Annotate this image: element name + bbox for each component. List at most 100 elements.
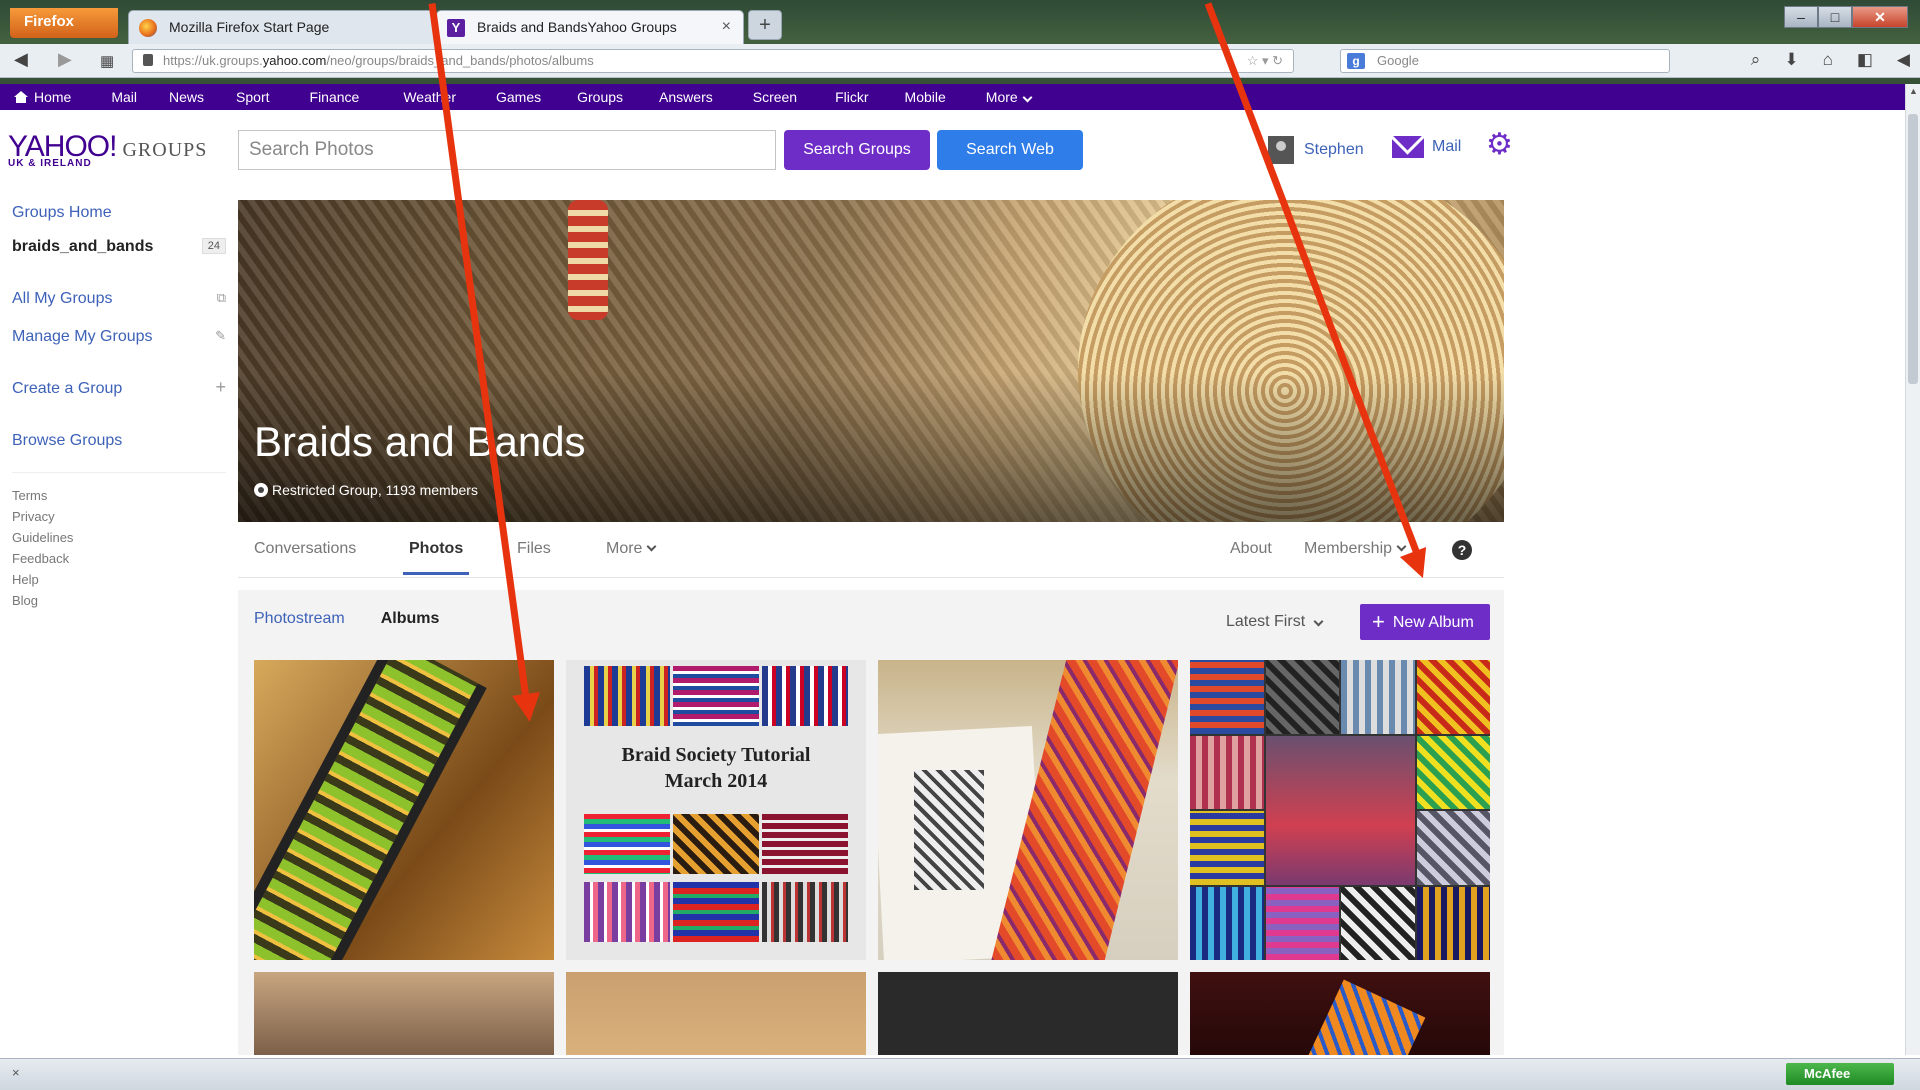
star-icon[interactable]: ☆ ▾ ↻ [1247, 50, 1283, 72]
sidebar-item-current-group[interactable]: braids_and_bands 24 [12, 238, 226, 256]
sidebar-footer-links: Terms Privacy Guidelines Feedback Help Blog [12, 488, 73, 614]
url-bar[interactable]: https://uk.groups.yahoo.com/neo/groups/b… [132, 49, 1294, 73]
tab-label: Membership [1304, 540, 1393, 557]
yahoo-nav-mobile[interactable]: Mobile [905, 89, 946, 105]
maximize-icon[interactable]: □ [1818, 6, 1852, 28]
extension-icon[interactable]: ◀ [1897, 50, 1910, 70]
search-groups-button[interactable]: Search Groups [784, 130, 930, 170]
tab-files[interactable]: Files [517, 540, 551, 558]
back-icon[interactable]: ◀ [14, 49, 28, 70]
home-icon [14, 91, 28, 103]
window-close-icon[interactable]: ✕ [1852, 6, 1908, 28]
mail-link[interactable]: Mail [1392, 136, 1461, 158]
yahoo-nav-screen[interactable]: Screen [753, 89, 797, 105]
yahoo-nav-answers[interactable]: Answers [659, 89, 713, 105]
group-subtitle: Restricted Group, 1193 members [254, 482, 478, 498]
search-web-button[interactable]: Search Web [937, 130, 1083, 170]
download-icon[interactable]: ⬇ [1784, 50, 1798, 70]
album-thumbnail[interactable] [254, 660, 554, 960]
collage-tile [1190, 886, 1264, 960]
sidebar-item-all-my-groups[interactable]: All My Groups ⧉ [12, 290, 226, 308]
yahoo-nav-news[interactable]: News [169, 89, 204, 105]
album-thumbnail[interactable] [254, 972, 554, 1055]
motif-image [914, 770, 984, 890]
sidebar-item-create-group[interactable]: Create a Group + [12, 377, 226, 398]
new-album-button[interactable]: + New Album [1360, 604, 1490, 640]
tab-label: Braids and BandsYahoo Groups [477, 19, 677, 35]
yahoo-nav-groups[interactable]: Groups [577, 89, 623, 105]
help-icon[interactable]: ? [1452, 540, 1472, 560]
footer-link-guidelines[interactable]: Guidelines [12, 530, 73, 545]
sort-select[interactable]: Latest First [1220, 604, 1336, 640]
toolbar-icons: ⌕ ⬇ ⌂ ◧ ◀ [1751, 50, 1910, 70]
tab-photostream[interactable]: Photostream [254, 610, 345, 628]
yahoo-nav-flickr[interactable]: Flickr [835, 89, 868, 105]
collage-tile [1190, 811, 1264, 885]
yahoo-nav-games[interactable]: Games [496, 89, 541, 105]
yahoo-nav-home[interactable]: Home [34, 89, 71, 105]
browser-status-bar: × McAfee [0, 1058, 1920, 1090]
user-profile-link[interactable]: Stephen [1268, 136, 1364, 164]
search-icon[interactable]: ⌕ [1751, 50, 1761, 70]
album-thumbnail[interactable] [878, 660, 1178, 960]
pattern-swatch [673, 882, 759, 942]
yahoo-nav-mail[interactable]: Mail [111, 89, 137, 105]
sidebar-item-groups-home[interactable]: Groups Home [12, 204, 226, 222]
vertical-scrollbar[interactable]: ▲ [1905, 84, 1920, 1055]
pattern-swatch [762, 666, 848, 726]
close-icon[interactable]: × [12, 1065, 20, 1080]
navigation-toolbar: ◀ ▶ ▦ https://uk.groups.yahoo.com/neo/gr… [0, 44, 1920, 78]
sidebar-item-manage-my-groups[interactable]: Manage My Groups ✎ [12, 328, 226, 346]
pattern-swatch [584, 814, 670, 874]
album-thumbnail[interactable] [878, 972, 1178, 1055]
new-tab-button[interactable]: + [748, 10, 782, 40]
tab-more[interactable]: More [606, 540, 657, 558]
yahoo-nav-finance[interactable]: Finance [310, 89, 360, 105]
home-icon[interactable]: ⌂ [1823, 50, 1833, 70]
yahoo-nav-sport[interactable]: Sport [236, 89, 269, 105]
bookmarks-icon[interactable]: ▦ [100, 52, 114, 70]
yahoo-nav-more[interactable]: More [986, 89, 1018, 105]
tab-albums[interactable]: Albums [381, 610, 440, 628]
groups-icon: ⧉ [216, 290, 226, 305]
wrench-icon: ✎ [215, 328, 226, 343]
footer-link-blog[interactable]: Blog [12, 593, 73, 608]
browser-search-input[interactable]: g Google [1340, 49, 1670, 73]
search-photos-input[interactable]: Search Photos [238, 130, 776, 170]
tab-photos[interactable]: Photos [402, 540, 470, 575]
collage-tile [1265, 886, 1339, 960]
albums-panel: Photostream Albums Latest First + New Alb… [238, 590, 1504, 1055]
minimize-icon[interactable]: – [1784, 6, 1818, 28]
tab-label: Mozilla Firefox Start Page [169, 19, 330, 35]
footer-link-terms[interactable]: Terms [12, 488, 73, 503]
close-tab-icon[interactable]: × [722, 11, 731, 43]
pattern-swatch [762, 814, 848, 874]
group-title: Braids and Bands [254, 418, 586, 465]
tab-about[interactable]: About [1230, 540, 1272, 558]
user-name: Stephen [1304, 141, 1364, 158]
mcafee-badge[interactable]: McAfee [1786, 1063, 1894, 1085]
tab-membership[interactable]: Membership [1304, 540, 1407, 558]
panel-icon[interactable]: ◧ [1857, 50, 1873, 70]
pattern-swatch [673, 814, 759, 874]
footer-link-help[interactable]: Help [12, 572, 73, 587]
scroll-up-icon[interactable]: ▲ [1909, 86, 1918, 96]
pattern-swatch [584, 882, 670, 942]
album-thumbnail[interactable] [566, 972, 866, 1055]
sidebar-item-label: All My Groups [12, 290, 113, 307]
collage-tile-large [1265, 735, 1415, 885]
gear-icon[interactable]: ⚙ [1486, 130, 1513, 160]
forward-icon[interactable]: ▶ [58, 49, 72, 70]
footer-link-feedback[interactable]: Feedback [12, 551, 73, 566]
footer-link-privacy[interactable]: Privacy [12, 509, 73, 524]
firefox-menu-button[interactable]: Firefox [10, 8, 118, 38]
tab-yahoo-groups[interactable]: Y Braids and BandsYahoo Groups × [436, 10, 744, 44]
album-thumbnail[interactable] [1190, 972, 1490, 1055]
album-thumbnail[interactable]: Braid Society Tutorial March 2014 [566, 660, 866, 960]
yahoo-groups-logo[interactable]: YAHOO! GROUPS UK & IRELAND [8, 130, 207, 169]
tab-conversations[interactable]: Conversations [254, 540, 356, 558]
album-thumbnail[interactable] [1190, 660, 1490, 960]
scrollbar-thumb[interactable] [1908, 114, 1918, 384]
tab-firefox-start[interactable]: Mozilla Firefox Start Page [128, 10, 436, 44]
sidebar-item-browse-groups[interactable]: Browse Groups [12, 432, 226, 450]
